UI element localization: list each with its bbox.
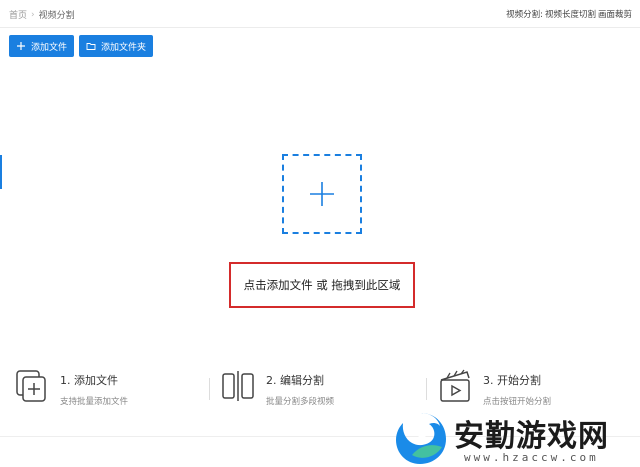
breadcrumb-separator: › (31, 9, 35, 20)
plus-icon (310, 182, 334, 206)
toolbar: 添加文件 添加文件夹 (9, 35, 154, 57)
folder-icon (86, 43, 96, 50)
add-file-icon (16, 370, 46, 402)
add-folder-label: 添加文件夹 (101, 42, 147, 53)
breadcrumb-home[interactable]: 首页 (9, 8, 27, 21)
add-folder-button[interactable]: 添加文件夹 (79, 35, 154, 57)
step-divider (209, 378, 210, 400)
tool-label: 视频分割: (506, 10, 543, 20)
step-edit-split: 2. 编辑分割 批量分割多段视频 (220, 368, 334, 407)
breadcrumb: 首页 › 视频分割 (9, 8, 75, 22)
watermark: 安勤游戏网 www.hzaccw.com (392, 405, 640, 467)
step-1-desc: 支持批量添加文件 (60, 397, 129, 407)
watermark-url: www.hzaccw.com (464, 451, 599, 464)
step-2-title: 2. 编辑分割 (266, 374, 324, 387)
step-add-file: 1. 添加文件 支持批量添加文件 (14, 368, 128, 407)
step-start-split: 3. 开始分割 点击按钮开始分割 (437, 368, 551, 407)
split-icon (222, 371, 254, 401)
tool-length-cut-link[interactable]: 视频长度切割 (545, 8, 596, 20)
step-1-title: 1. 添加文件 (60, 374, 118, 387)
drop-hint-text: 点击添加文件 或 拖拽到此区域 (243, 278, 401, 292)
scroll-indicator (0, 155, 2, 189)
top-bar: 首页 › 视频分割 视频分割: 视频长度切割 画面裁剪 (0, 0, 640, 28)
step-2-desc: 批量分割多段视频 (266, 397, 335, 407)
clapper-play-icon (440, 369, 470, 402)
step-divider (426, 378, 427, 400)
drop-hint[interactable]: 点击添加文件 或 拖拽到此区域 (229, 262, 415, 308)
tool-crop-link[interactable]: 画面裁剪 (598, 8, 632, 20)
watermark-logo-icon (396, 413, 446, 464)
drop-zone[interactable] (282, 154, 362, 234)
step-3-title: 3. 开始分割 (483, 374, 541, 387)
watermark-name: 安勤游戏网 (454, 419, 609, 454)
plus-icon (17, 42, 25, 50)
add-file-button[interactable]: 添加文件 (9, 35, 75, 57)
breadcrumb-current: 视频分割 (38, 11, 75, 21)
tool-links: 视频分割: 视频长度切割 画面裁剪 (506, 8, 632, 20)
add-file-label: 添加文件 (31, 42, 68, 53)
